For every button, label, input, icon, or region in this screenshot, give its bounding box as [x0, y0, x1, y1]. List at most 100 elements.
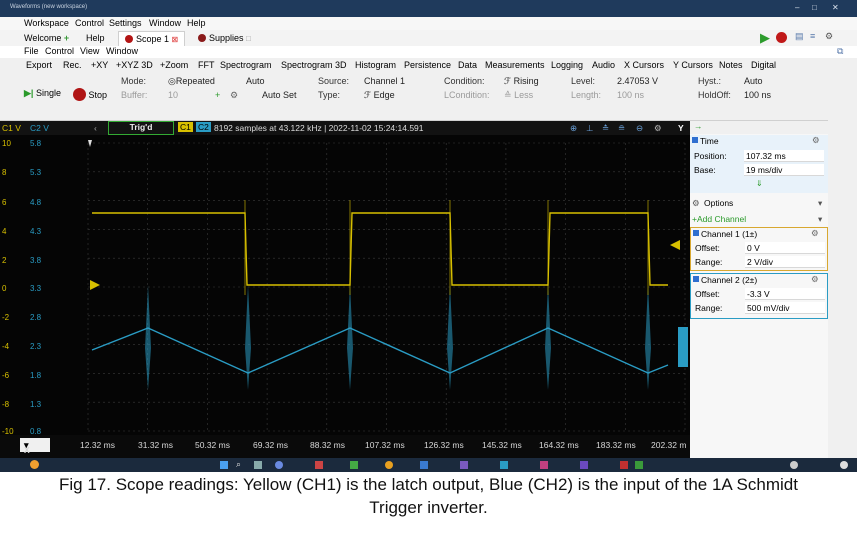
stop-dot-icon[interactable] — [776, 32, 787, 43]
condition-select[interactable]: ℱ Rising — [504, 76, 539, 87]
type-select[interactable]: ℱ Edge — [364, 90, 395, 101]
popout-icon[interactable]: □ — [246, 34, 251, 43]
auto-select[interactable]: Auto — [246, 76, 265, 86]
toolbar-y-cursors[interactable]: Y Cursors — [673, 60, 713, 70]
app-icon[interactable] — [460, 461, 468, 469]
dock-icon[interactable]: ⧉ — [837, 46, 843, 57]
stop-button[interactable]: Stop — [73, 88, 107, 101]
tab-welcome[interactable]: Welcome + — [18, 31, 75, 45]
c2-badge[interactable]: C2 — [196, 122, 211, 132]
start-icon[interactable] — [220, 461, 228, 469]
zoom-out-icon[interactable]: ⊖ — [636, 123, 643, 134]
c1-badge[interactable]: C1 — [178, 122, 193, 132]
add-buffer-icon[interactable]: + — [215, 90, 220, 100]
source-select[interactable]: Channel 1 — [364, 76, 405, 86]
ch1-range-select[interactable]: 2 V/div — [745, 256, 825, 268]
ch1-offset-input[interactable]: 0 V — [745, 242, 825, 254]
submenu-control[interactable]: Control — [45, 46, 74, 56]
time-panel-header[interactable]: Time ⚙ — [690, 135, 828, 148]
toolbar-data[interactable]: Data — [458, 60, 477, 70]
notification-icon[interactable] — [840, 461, 848, 469]
add-channel-row[interactable]: +Add Channel ▾ — [690, 213, 828, 226]
position-input[interactable]: 107.32 ms — [744, 150, 824, 162]
align-bottom-icon[interactable]: ⊥ — [586, 123, 593, 134]
ch2-range-select[interactable]: 500 mV/div — [745, 302, 825, 314]
wifi-icon[interactable] — [790, 461, 798, 469]
list-icon[interactable]: ≡ — [810, 31, 815, 41]
submenu-window[interactable]: Window — [106, 46, 138, 56]
close-tab-icon[interactable]: ⊠ — [172, 35, 179, 44]
app-icon[interactable] — [420, 461, 428, 469]
align-top-icon[interactable]: ≘ — [618, 123, 625, 134]
close-icon[interactable]: ✕ — [832, 3, 839, 12]
menu-help[interactable]: Help — [187, 18, 206, 28]
holdoff-input[interactable]: 100 ns — [744, 90, 771, 100]
toolbar-audio[interactable]: Audio — [592, 60, 615, 70]
toolbar-export[interactable]: Export — [26, 60, 52, 70]
tab-help[interactable]: Help — [80, 31, 111, 45]
app-icon[interactable] — [350, 461, 358, 469]
toolbar-x-cursors[interactable]: X Cursors — [624, 60, 664, 70]
align-icon[interactable]: ≛ — [602, 123, 609, 134]
toolbar-logging[interactable]: Logging — [551, 60, 583, 70]
auto-set-button[interactable]: Auto Set — [262, 90, 297, 100]
time-settings-icon[interactable]: ⚙ — [812, 135, 820, 146]
minimize-icon[interactable]: – — [795, 3, 799, 12]
scope-settings-icon[interactable]: ⚙ — [654, 123, 662, 134]
buffer-input[interactable]: 10 — [168, 90, 178, 100]
app-icon[interactable] — [500, 461, 508, 469]
settings-icon[interactable]: ⚙ — [825, 31, 833, 42]
right-scrollbar[interactable] — [828, 74, 857, 458]
layout-icon[interactable]: ▤ — [795, 31, 804, 42]
channel-1-header[interactable]: Channel 1 (1±) ⚙ — [691, 228, 829, 241]
maximize-icon[interactable]: □ — [812, 3, 817, 12]
ch2-offset-input[interactable]: -3.3 V — [745, 288, 825, 300]
channel-2-settings-icon[interactable]: ⚙ — [811, 274, 819, 285]
toolbar-spectrogram[interactable]: Spectrogram — [220, 60, 272, 70]
options-row[interactable]: ⚙ Options ▾ — [690, 197, 828, 210]
buffer-settings-icon[interactable]: ⚙ — [230, 90, 238, 101]
length-input[interactable]: 100 ns — [617, 90, 644, 100]
zoom-in-icon[interactable]: ⊕ — [570, 123, 577, 134]
menu-workspace[interactable]: Workspace — [24, 18, 69, 28]
scope-plot[interactable] — [0, 135, 690, 435]
app-icon[interactable] — [635, 461, 643, 469]
menu-window[interactable]: Window — [149, 18, 181, 28]
app-icon[interactable] — [620, 461, 628, 469]
base-input[interactable]: 19 ms/div — [744, 164, 824, 176]
toolbar-spectrogram-3d[interactable]: Spectrogram 3D — [281, 60, 347, 70]
hysteresis-select[interactable]: Auto — [744, 76, 763, 86]
level-input[interactable]: 2.47053 V — [617, 76, 658, 86]
app-icon[interactable] — [385, 461, 393, 469]
toolbar-digital[interactable]: Digital — [751, 60, 776, 70]
expand-down-icon[interactable]: ⇓ — [756, 179, 763, 188]
x-axis-button[interactable]: X ▾ — [20, 438, 50, 455]
lcondition-select[interactable]: ≙ Less — [504, 90, 533, 101]
taskview-icon[interactable] — [254, 461, 262, 469]
mode-select[interactable]: ◎Repeated — [168, 76, 215, 87]
app-icon[interactable] — [315, 461, 323, 469]
toolbar-fft[interactable]: FFT — [198, 60, 215, 70]
toolbar-persistence[interactable]: Persistence — [404, 60, 451, 70]
arrow-right-icon[interactable]: → — [694, 121, 703, 131]
toolbar-xyz3d[interactable]: +XYZ 3D — [116, 60, 153, 70]
submenu-file[interactable]: File — [24, 46, 39, 56]
y-axis-toggle[interactable]: Y — [678, 123, 684, 133]
channel-2-header[interactable]: Channel 2 (2±) ⚙ — [691, 274, 829, 287]
toolbar-rec[interactable]: Rec. — [63, 60, 82, 70]
menu-control[interactable]: Control — [75, 18, 104, 28]
app-icon[interactable] — [275, 461, 283, 469]
toolbar-zoom[interactable]: +Zoom — [160, 60, 188, 70]
tab-scope-1[interactable]: Scope 1 ⊠ — [118, 31, 186, 46]
app-icon[interactable] — [540, 461, 548, 469]
submenu-view[interactable]: View — [80, 46, 99, 56]
search-icon[interactable]: ⌕ — [236, 459, 241, 470]
single-button[interactable]: ▶| Single — [24, 88, 61, 99]
toolbar-xy[interactable]: +XY — [91, 60, 108, 70]
channel-1-settings-icon[interactable]: ⚙ — [811, 228, 819, 239]
tab-supplies[interactable]: Supplies □ — [192, 31, 257, 45]
run-icon[interactable]: ▶ — [760, 30, 770, 46]
menu-settings[interactable]: Settings — [109, 18, 142, 28]
app-icon[interactable] — [580, 461, 588, 469]
toolbar-histogram[interactable]: Histogram — [355, 60, 396, 70]
